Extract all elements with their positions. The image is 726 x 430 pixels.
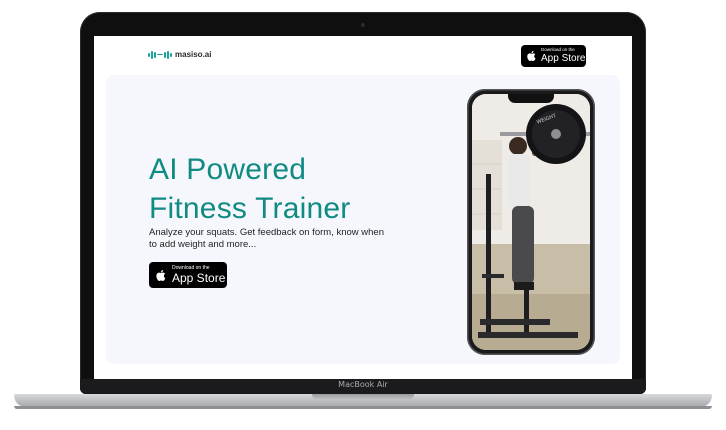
app-store-badge-header[interactable]: Download on the App Store	[521, 45, 586, 67]
brand-logo[interactable]: masiso.ai	[148, 50, 211, 59]
phone-mockup: WEIGHT	[467, 89, 595, 355]
app-store-badge-hero[interactable]: Download on the App Store	[149, 262, 227, 288]
site-header: masiso.ai Download on the App Store	[94, 36, 632, 76]
barbell-logo-icon	[148, 50, 172, 59]
apple-logo-icon	[527, 50, 536, 62]
hero-title-line-1: AI Powered	[149, 153, 307, 186]
hero-title-line-2: Fitness Trainer	[149, 192, 351, 225]
laptop-base-edge	[14, 406, 712, 409]
laptop-lid: masiso.ai Download on the App Store AI P…	[80, 12, 646, 394]
logo-text: masiso.ai	[175, 50, 212, 59]
squat-video[interactable]: WEIGHT	[472, 94, 590, 350]
hero-title: AI Powered Fitness Trainer	[149, 150, 350, 228]
base-notch	[312, 394, 414, 400]
apple-logo-icon	[156, 269, 166, 281]
hero-section: AI Powered Fitness Trainer Analyze your …	[106, 75, 620, 364]
phone-notch	[508, 94, 554, 103]
camera-icon	[361, 23, 365, 27]
bottom-bezel: MacBook Air	[80, 379, 646, 394]
laptop-screen: masiso.ai Download on the App Store AI P…	[94, 36, 632, 379]
device-model-label: MacBook Air	[338, 380, 388, 389]
squat-video-illustration: WEIGHT	[472, 94, 590, 350]
badge-big-text: App Store	[172, 271, 226, 285]
badge-big-text: App Store	[541, 52, 586, 64]
hero-subtitle: Analyze your squats. Get feedback on for…	[149, 227, 384, 250]
